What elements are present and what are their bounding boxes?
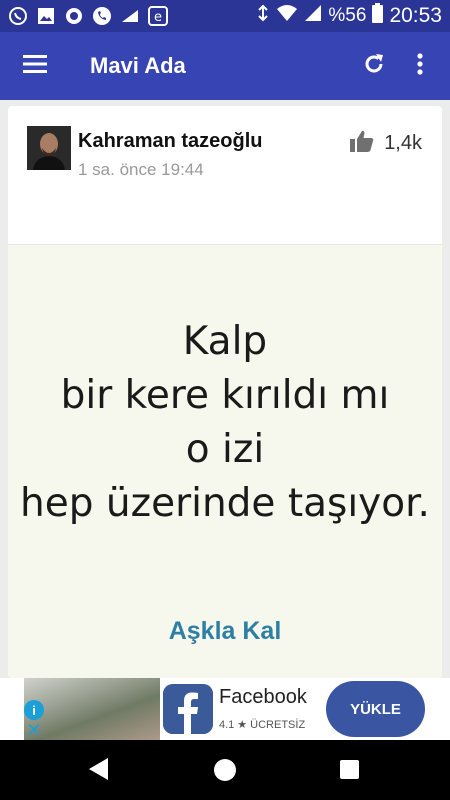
ad-close-icon[interactable]: ✕ — [24, 720, 44, 740]
post-card[interactable]: Kahraman tazeoğlu 1 sa. önce 19:44 1,4k … — [8, 106, 442, 678]
ad-rating-value: 4.1 — [219, 718, 235, 731]
quote-line: Kalp — [182, 319, 268, 364]
quote-line: o izi — [185, 427, 265, 472]
ad-edge — [425, 678, 450, 740]
post-header: Kahraman tazeoğlu 1 sa. önce 19:44 1,4k — [8, 106, 442, 244]
more-options-button[interactable] — [402, 48, 438, 84]
hamburger-icon — [23, 54, 47, 78]
refresh-button[interactable] — [356, 48, 392, 84]
more-vert-icon — [417, 52, 423, 80]
me-icon — [120, 6, 140, 26]
quote-line: bir kere kırıldı mı — [60, 373, 390, 418]
like-count: 1,4k — [384, 132, 422, 154]
quote-source: Aşkla Kal — [168, 617, 282, 645]
wifi-icon — [276, 4, 298, 28]
svg-text:e: e — [154, 10, 162, 25]
thumbs-up-icon — [350, 130, 374, 157]
menu-button[interactable] — [0, 32, 70, 100]
vibrate-icon — [256, 4, 270, 28]
clock: 20:53 — [389, 4, 442, 27]
battery-percent: %56 — [328, 5, 367, 26]
like-button[interactable]: 1,4k — [350, 130, 422, 157]
quote-text: Kalp bir kere kırıldı mı o izi hep üzeri… — [8, 315, 442, 531]
ad-price-label: ÜCRETSİZ — [250, 718, 306, 731]
phone-icon — [92, 6, 112, 26]
quote-line: hep üzerinde taşıyor. — [20, 481, 430, 526]
system-status: %56 20:53 — [256, 3, 442, 29]
app-title: Mavi Ada — [90, 53, 186, 78]
back-icon[interactable] — [88, 757, 110, 786]
ad-rating: 4.1 ★ ÜCRETSİZ — [219, 718, 306, 732]
e-app-icon: e — [148, 6, 168, 26]
star-icon: ★ — [237, 719, 248, 731]
signal-icon — [304, 4, 322, 28]
notification-icons: e — [8, 6, 168, 26]
status-bar: e %56 20:53 — [0, 0, 450, 32]
facebook-logo-icon[interactable] — [163, 684, 213, 734]
post-time: 1 sa. önce 19:44 — [78, 160, 204, 179]
battery-icon — [372, 3, 384, 29]
author-name[interactable]: Kahraman tazeoğlu — [78, 130, 262, 153]
avatar[interactable] — [27, 126, 71, 170]
ad-info-icon[interactable]: i — [24, 700, 44, 720]
circle-app-icon — [64, 6, 84, 26]
ad-app-name[interactable]: Facebook — [219, 686, 307, 709]
ad-install-button[interactable]: YÜKLE — [326, 681, 425, 737]
quote-area[interactable]: Kalp bir kere kırıldı mı o izi hep üzeri… — [8, 245, 442, 678]
image-icon — [36, 6, 56, 26]
ad-image[interactable] — [24, 678, 160, 740]
home-icon[interactable] — [214, 759, 236, 781]
refresh-icon — [362, 52, 386, 81]
recent-apps-icon[interactable] — [340, 760, 359, 779]
whatsapp-icon — [8, 6, 28, 26]
ad-banner[interactable]: i ✕ Facebook 4.1 ★ ÜCRETSİZ YÜKLE — [0, 678, 450, 740]
app-bar: Mavi Ada — [0, 32, 450, 100]
navigation-bar — [0, 740, 450, 800]
